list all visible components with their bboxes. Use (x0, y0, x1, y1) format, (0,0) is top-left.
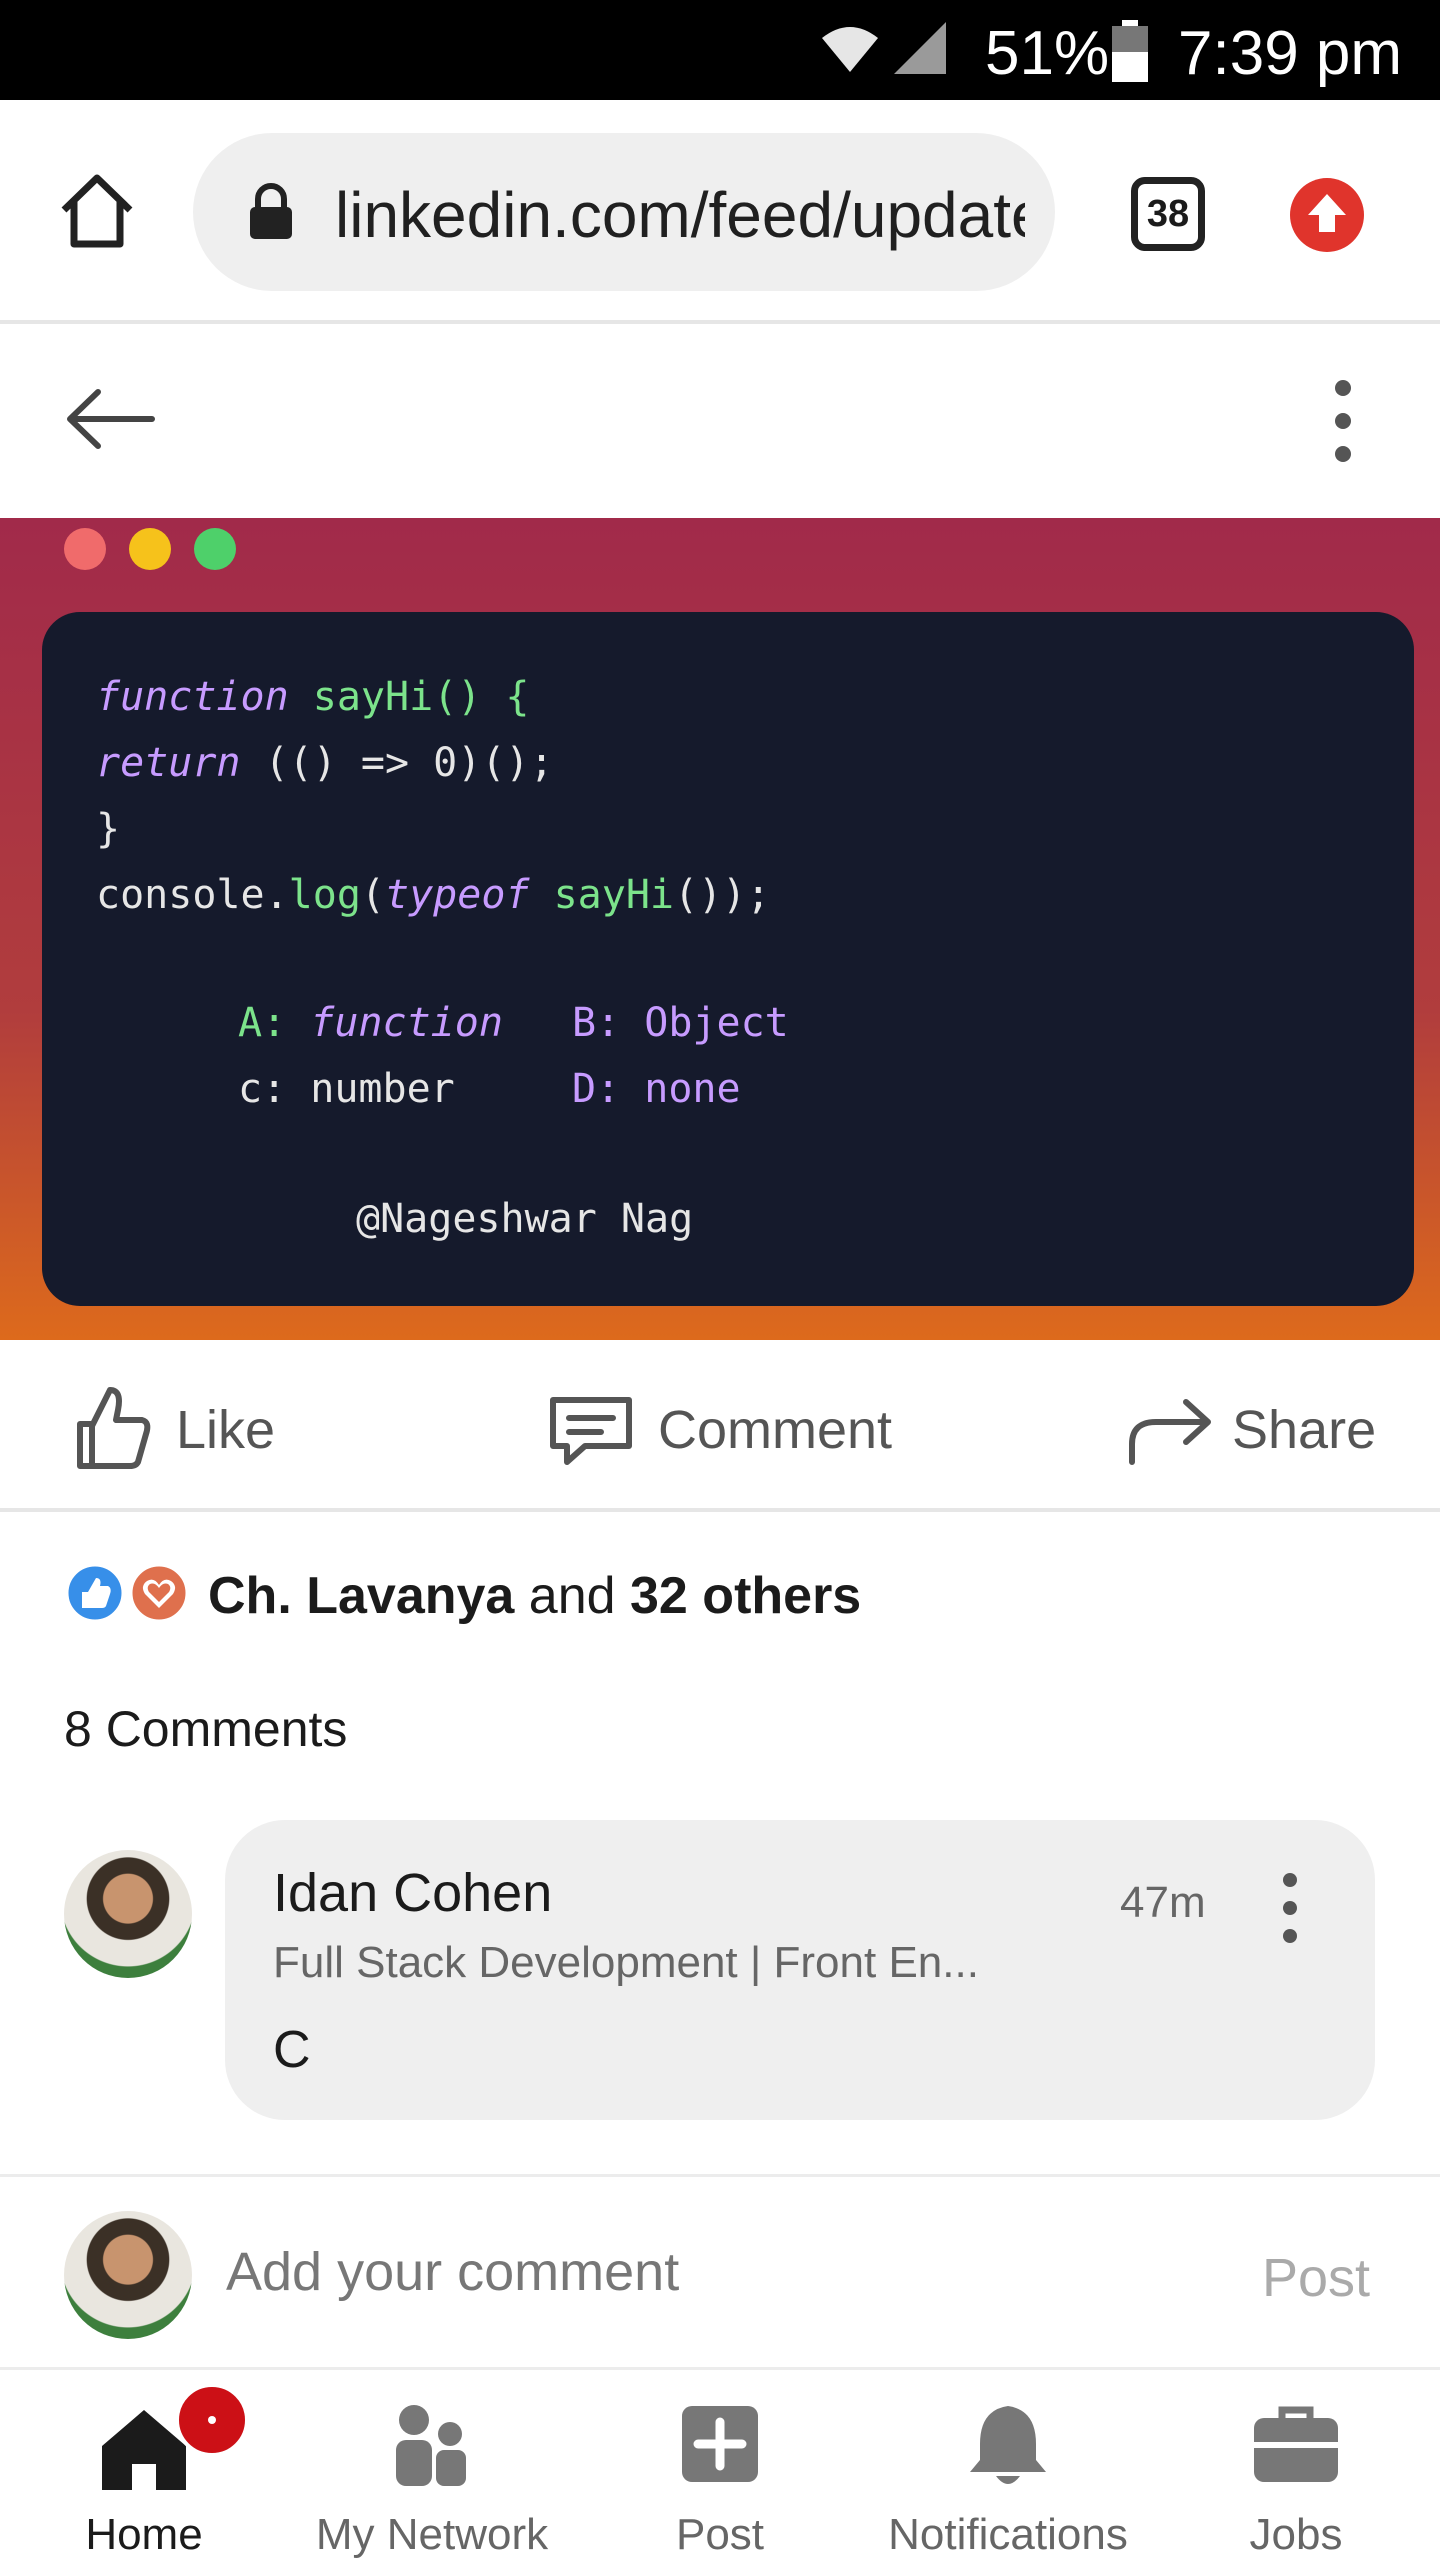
comment-author[interactable]: Idan Cohen (273, 1862, 552, 1924)
plus-icon (682, 2406, 758, 2482)
window-minimize-dot (129, 528, 171, 570)
upload-button[interactable] (1290, 178, 1364, 252)
nav-post[interactable]: Post (580, 2372, 860, 2560)
code-line-4: console.log(typeof sayHi()); (96, 872, 771, 918)
comment-icon (550, 1397, 632, 1465)
love-reaction-icon (129, 1563, 189, 1623)
lock-icon (250, 183, 292, 239)
nav-jobs[interactable]: Jobs (1156, 2372, 1436, 2560)
post-actions: Like Comment Share (0, 1352, 1440, 1512)
tab-switcher-button[interactable]: 38 (1131, 177, 1205, 251)
battery-percent: 51% (985, 19, 1110, 88)
wifi-icon (822, 27, 878, 72)
comment-time: 47m (1120, 1878, 1206, 1927)
back-arrow-icon[interactable] (64, 384, 156, 454)
comment-more-icon[interactable] (1275, 1870, 1305, 1946)
post-header (0, 324, 1440, 518)
commenter-avatar[interactable] (64, 1850, 192, 1978)
nav-my-network-label: My Network (315, 2510, 549, 2559)
share-label: Share (1232, 1400, 1377, 1460)
like-button[interactable]: Like (64, 1372, 304, 1492)
nav-notifications[interactable]: Notifications (868, 2372, 1148, 2560)
briefcase-icon (1254, 2406, 1338, 2482)
window-maximize-dot (194, 528, 236, 570)
network-icon (396, 2405, 466, 2486)
option-d: D: none (572, 1066, 741, 1112)
code-line-1: function sayHi() { (96, 674, 530, 720)
comment-button[interactable]: Comment (545, 1372, 925, 1492)
clock: 7:39 pm (1178, 19, 1403, 88)
like-label: Like (176, 1400, 276, 1460)
bell-icon (970, 2406, 1046, 2484)
comment-headline: Full Stack Development | Front En... (273, 1938, 979, 1987)
url-text: linkedin.com/feed/update (335, 179, 1025, 251)
notification-dot-icon (175, 2383, 249, 2457)
status-bar: 51% 7:39 pm (0, 0, 1440, 100)
comment-item: Idan Cohen Full Stack Development | Fron… (225, 1820, 1375, 2120)
signal-icon (894, 22, 946, 74)
battery-icon (1112, 20, 1148, 82)
thumbs-up-icon (77, 1387, 151, 1469)
nav-jobs-label: Jobs (1249, 2510, 1343, 2559)
post-comment-button[interactable]: Post (1262, 2247, 1370, 2309)
home-icon[interactable] (58, 172, 136, 250)
comment-label: Comment (658, 1400, 893, 1460)
more-options-icon[interactable] (1325, 376, 1361, 466)
like-reaction-icon (65, 1563, 125, 1623)
address-bar[interactable]: linkedin.com/feed/update (193, 133, 1055, 291)
comment-input[interactable]: Add your comment (226, 2241, 679, 2303)
nav-post-label: Post (675, 2510, 765, 2559)
arrow-up-icon (1308, 194, 1346, 232)
bottom-nav: Home My Network Post Notifications Jobs (0, 2372, 1440, 2560)
browser-toolbar: linkedin.com/feed/update 38 (0, 100, 1440, 324)
add-comment-bar: Add your comment Post (0, 2174, 1440, 2370)
nav-home-label: Home (85, 2510, 203, 2559)
comment-text: C (273, 2021, 311, 2079)
share-button[interactable]: Share (1124, 1372, 1394, 1492)
reactions-and: and (528, 1567, 616, 1625)
code-line-2: return (() => 0)(); (96, 740, 554, 786)
window-close-dot (64, 528, 106, 570)
nav-home[interactable]: Home (4, 2372, 284, 2560)
reactions-summary[interactable]: Ch. Lavanya and 32 others (208, 1566, 861, 1626)
reactor-name: Ch. Lavanya (208, 1567, 515, 1625)
option-c: c: number (238, 1066, 455, 1112)
share-icon (1129, 1399, 1211, 1465)
reactions-others: 32 others (630, 1567, 862, 1625)
nav-notifications-label: Notifications (888, 2510, 1128, 2559)
option-b: B: Object (572, 1000, 789, 1046)
comments-count: 8 Comments (64, 1701, 348, 1757)
code-author: @Nageshwar Nag (356, 1196, 694, 1242)
my-avatar (64, 2211, 192, 2339)
nav-my-network[interactable]: My Network (292, 2372, 572, 2560)
code-line-3: } (96, 806, 121, 852)
option-a: A: function (238, 1000, 503, 1046)
